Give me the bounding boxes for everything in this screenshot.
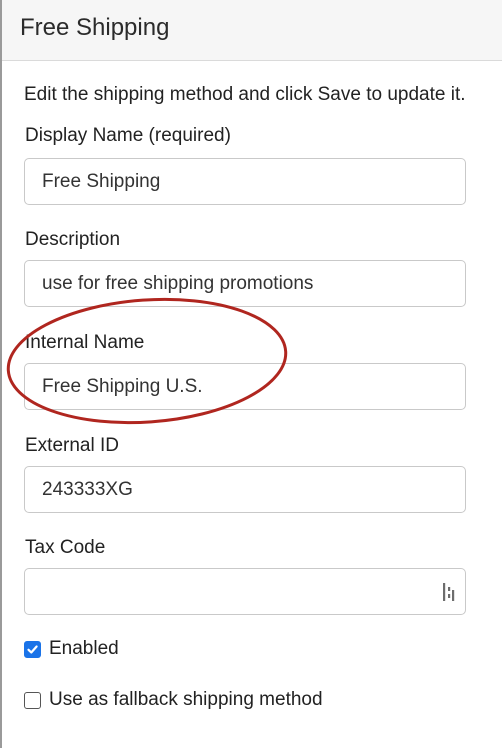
enabled-checkbox[interactable] (24, 640, 41, 658)
tax-code-label: Tax Code (25, 537, 106, 558)
panel-title: Free Shipping (20, 14, 170, 41)
checkmark-icon (27, 644, 38, 654)
display-name-label: Display Name (required) (25, 125, 231, 146)
enabled-label: Enabled (49, 638, 119, 659)
instructions-text: Edit the shipping method and click Save … (24, 84, 466, 105)
external-id-label: External ID (25, 435, 119, 456)
description-label: Description (25, 229, 121, 250)
display-name-input[interactable] (24, 158, 466, 205)
fallback-option[interactable]: Use as fallback shipping method (24, 688, 323, 712)
internal-name-label: Internal Name (25, 332, 145, 353)
panel-header: Free Shipping (2, 0, 502, 61)
external-id-input[interactable] (24, 466, 466, 513)
tax-code-select[interactable] (24, 568, 466, 615)
panel-left-border (0, 0, 2, 748)
enabled-option[interactable]: Enabled (24, 637, 119, 661)
fallback-label: Use as fallback shipping method (49, 689, 323, 710)
internal-name-input[interactable] (24, 363, 466, 410)
fallback-checkbox[interactable] (24, 691, 41, 709)
select-handle-icon (443, 583, 455, 601)
description-input[interactable] (24, 260, 466, 307)
